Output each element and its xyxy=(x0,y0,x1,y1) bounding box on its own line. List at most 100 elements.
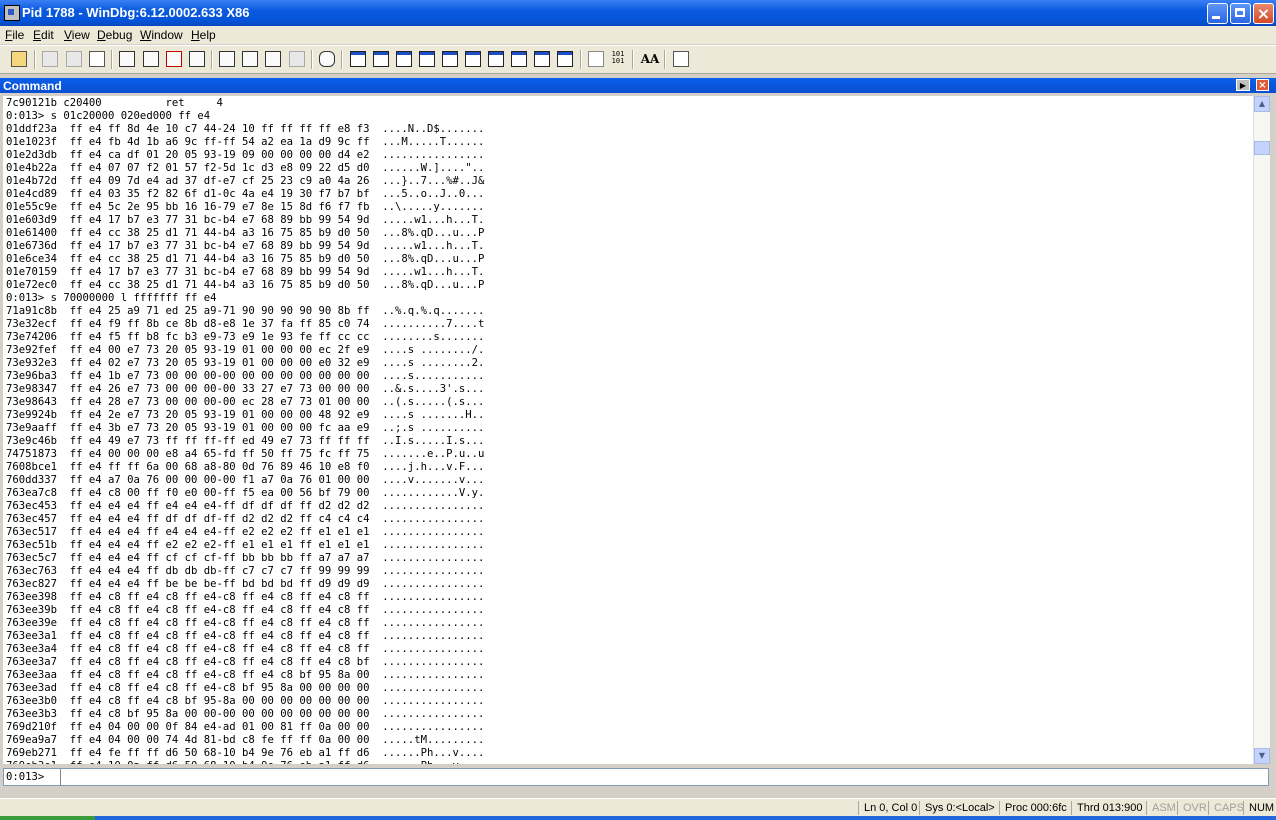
output-line: 73e32ecf ff e4 f9 ff 8b ce 8b d8-e8 1e 3… xyxy=(6,318,485,330)
toolbar-separator xyxy=(341,50,343,69)
output-line: 73e74206 ff e4 f5 ff b8 fc b3 e9-73 e9 1… xyxy=(6,331,485,343)
binary-icon[interactable]: 101 101 xyxy=(609,51,627,67)
output-line: 763ee3b0 ff e4 c8 ff e4 c8 bf 95-8a 00 0… xyxy=(6,695,485,707)
output-line: 763ea7c8 ff e4 c8 00 ff f0 e0 00-ff f5 e… xyxy=(6,487,485,499)
scroll-down-icon[interactable]: ▼ xyxy=(1254,748,1270,764)
disassembly-icon[interactable] xyxy=(488,51,504,67)
output-lines: 7c90121b c20400 ret 4 0:013> s 01c20000 0… xyxy=(6,97,484,764)
open-icon[interactable] xyxy=(11,51,27,67)
cut-icon[interactable] xyxy=(42,51,58,67)
output-line: 73e9c46b ff e4 49 e7 73 ff ff ff-ff ed 4… xyxy=(6,435,485,447)
output-line: 01e2d3db ff e4 ca df 01 20 05 93-19 09 0… xyxy=(6,149,485,161)
output-line: 763ee3aa ff e4 c8 ff e4 c8 ff e4-c8 ff e… xyxy=(6,669,485,681)
close-button[interactable]: × xyxy=(1253,3,1274,24)
output-line: 01e4b22a ff e4 07 07 f2 01 57 f2-5d 1c d… xyxy=(6,162,485,174)
scroll-up-icon[interactable]: ▲ xyxy=(1254,96,1270,112)
output-line: 763ee3b3 ff e4 c8 bf 95 8a 00 00-00 00 0… xyxy=(6,708,485,720)
output-line: 73e9aaff ff e4 3b e7 73 20 05 93-19 01 0… xyxy=(6,422,485,434)
menu-window[interactable]: Window xyxy=(140,28,183,42)
scroll-thumb[interactable] xyxy=(1254,141,1270,155)
output-line: 763ee3ad ff e4 c8 ff e4 c8 ff e4-c8 bf 9… xyxy=(6,682,485,694)
copy-icon[interactable] xyxy=(66,51,82,67)
output-line: 01ddf23a ff e4 ff 8d 4e 10 c7 44-24 10 f… xyxy=(6,123,485,135)
output-line: 01e72ec0 ff e4 cc 38 25 d1 71 44-b4 a3 1… xyxy=(6,279,485,291)
command-input[interactable] xyxy=(60,769,1265,785)
scratch-pad-icon[interactable] xyxy=(511,51,527,67)
output-line: 763ee3a1 ff e4 c8 ff e4 c8 ff e4-c8 ff e… xyxy=(6,630,485,642)
menu-edit[interactable]: Edit xyxy=(33,28,54,42)
command-close-icon[interactable]: × xyxy=(1256,79,1269,91)
run-to-cursor-icon[interactable] xyxy=(289,51,305,67)
options-icon[interactable] xyxy=(673,51,689,67)
taskbar-strip xyxy=(0,816,1276,820)
step-over-icon[interactable] xyxy=(242,51,258,67)
stop-icon[interactable] xyxy=(166,51,182,67)
output-line: 01e6ce34 ff e4 cc 38 25 d1 71 44-b4 a3 1… xyxy=(6,253,485,265)
maximize-icon xyxy=(1235,8,1245,17)
step-out-icon[interactable] xyxy=(265,51,281,67)
output-line: 74751873 ff e4 00 00 00 e8 a4 65-fd ff 5… xyxy=(6,448,485,460)
output-line: 763ec827 ff e4 e4 e4 ff be be be-ff bd b… xyxy=(6,578,485,590)
window-title: Pid 1788 - WinDbg:6.12.0002.633 X86 xyxy=(22,5,250,20)
output-line: 760dd337 ff e4 a7 0a 76 00 00 00-00 f1 a… xyxy=(6,474,485,486)
registers-window-icon[interactable] xyxy=(419,51,435,67)
output-line: 763ec517 ff e4 e4 e4 ff e4 e4 e4-ff e2 e… xyxy=(6,526,485,538)
paste-icon[interactable] xyxy=(89,51,105,67)
output-line: 01e4b72d ff e4 09 7d e4 ad 37 df-e7 cf 2… xyxy=(6,175,485,187)
output-line: 763ec453 ff e4 e4 e4 ff e4 e4 e4-ff df d… xyxy=(6,500,485,512)
output-line: 01e6736d ff e4 17 b7 e3 77 31 bc-b4 e7 6… xyxy=(6,240,485,252)
toolbar-separator xyxy=(664,50,666,69)
processes-threads-icon[interactable] xyxy=(534,51,550,67)
vertical-scrollbar[interactable]: ▲ ▼ xyxy=(1253,96,1270,764)
close-icon: × xyxy=(1256,4,1271,23)
output-line: 0:013> s 01c20000 020ed000 ff e4 xyxy=(6,110,211,122)
menu-view[interactable]: View xyxy=(64,28,90,42)
output-line: 7608bce1 ff e4 ff ff 6a 00 68 a8-80 0d 7… xyxy=(6,461,485,473)
menu-bar: File Edit View Debug Window Help xyxy=(0,26,1276,44)
toolbar-separator xyxy=(34,50,36,69)
output-line: 769d210f ff e4 04 00 00 0f 84 e4-ad 01 0… xyxy=(6,721,485,733)
source-mode-icon[interactable] xyxy=(557,51,573,67)
output-line: 71a91c8b ff e4 25 a9 71 ed 25 a9-71 90 9… xyxy=(6,305,485,317)
output-line: 769eb3e1 ff e4 10 0a ff d6 50 68-10 b4 9… xyxy=(6,760,484,764)
step-into-icon[interactable] xyxy=(219,51,235,67)
menu-help[interactable]: Help xyxy=(191,28,216,42)
go-icon[interactable] xyxy=(119,51,135,67)
title-bar[interactable]: Pid 1788 - WinDbg:6.12.0002.633 X86 × xyxy=(0,0,1276,26)
output-line: 763ee3a7 ff e4 c8 ff e4 c8 ff e4-c8 ff e… xyxy=(6,656,485,668)
windbg-app-icon[interactable] xyxy=(4,5,20,21)
command-window-titlebar[interactable]: Command ▶ × xyxy=(0,78,1276,93)
output-line: 763ee39b ff e4 c8 ff e4 c8 ff e4-c8 ff e… xyxy=(6,604,485,616)
command-output[interactable]: 7c90121b c20400 ret 4 0:013> s 01c20000 0… xyxy=(3,96,1253,764)
locals-window-icon[interactable] xyxy=(396,51,412,67)
status-proc: Proc 000:6fc xyxy=(999,801,1067,815)
font-icon[interactable]: AA xyxy=(640,51,660,67)
toolbar-separator xyxy=(311,50,313,69)
watch-window-icon[interactable] xyxy=(373,51,389,67)
output-line: 763ec763 ff e4 e4 e4 ff db db db-ff c7 c… xyxy=(6,565,485,577)
memory-window-icon[interactable] xyxy=(442,51,458,67)
output-line: 763ec457 ff e4 e4 e4 ff df df df-ff d2 d… xyxy=(6,513,485,525)
hand-icon[interactable] xyxy=(319,51,335,67)
toolbar-separator xyxy=(111,50,113,69)
status-sys: Sys 0:<Local> xyxy=(919,801,995,815)
menu-file[interactable]: File xyxy=(5,28,24,42)
call-stack-icon[interactable] xyxy=(465,51,481,67)
restart-icon[interactable] xyxy=(143,51,159,67)
maximize-button[interactable] xyxy=(1230,3,1251,24)
output-line: 0:013> s 70000000 l fffffff ff e4 xyxy=(6,292,217,304)
status-ovr: OVR xyxy=(1177,801,1207,815)
command-window-icon[interactable] xyxy=(350,51,366,67)
toolbar-separator xyxy=(211,50,213,69)
source-mode-toggle-icon[interactable] xyxy=(588,51,604,67)
output-line: 73e92fef ff e4 00 e7 73 20 05 93-19 01 0… xyxy=(6,344,485,356)
status-num: NUM xyxy=(1243,801,1274,815)
output-line: 763ec51b ff e4 e4 e4 ff e2 e2 e2-ff e1 e… xyxy=(6,539,485,551)
status-bar: Ln 0, Col 0 Sys 0:<Local> Proc 000:6fc T… xyxy=(0,798,1276,817)
output-line: 01e603d9 ff e4 17 b7 e3 77 31 bc-b4 e7 6… xyxy=(6,214,485,226)
break-icon[interactable] xyxy=(189,51,205,67)
command-prompt: 0:013> xyxy=(6,771,45,783)
dock-prompt-icon[interactable]: ▶ xyxy=(1236,79,1250,91)
minimize-button[interactable] xyxy=(1207,3,1228,24)
menu-debug[interactable]: Debug xyxy=(97,28,132,42)
